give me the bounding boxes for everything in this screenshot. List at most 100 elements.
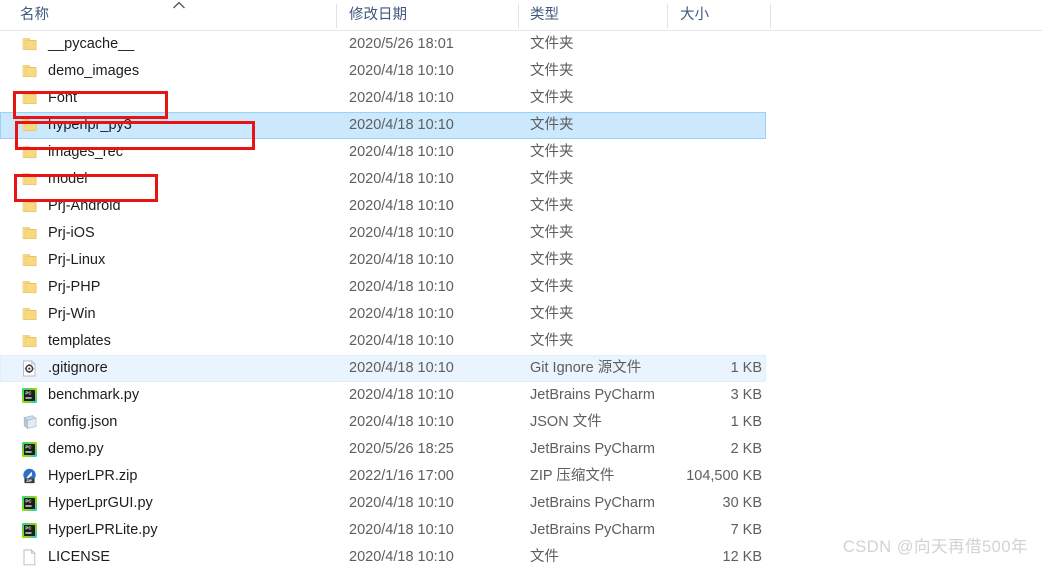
cell-name[interactable]: Font (20, 85, 320, 112)
cell-name[interactable]: PC demo.py (20, 436, 320, 463)
cell-size (640, 112, 762, 139)
column-header-size[interactable]: 大小 (680, 0, 765, 30)
column-header-name-label: 名称 (20, 7, 49, 23)
folder-icon (20, 116, 39, 135)
column-resize-handle-type[interactable] (667, 4, 668, 28)
cell-name[interactable]: Prj-Linux (20, 247, 320, 274)
table-row[interactable]: templates 2020/4/18 10:10 文件夹 (0, 328, 1042, 355)
file-name-label: Font (48, 90, 78, 106)
cell-size (640, 301, 762, 328)
folder-icon (20, 62, 39, 81)
table-row[interactable]: images_rec 2020/4/18 10:10 文件夹 (0, 139, 1042, 166)
json-icon (20, 413, 39, 432)
file-name-label: Prj-PHP (48, 279, 101, 295)
file-name-label: Prj-iOS (48, 225, 95, 241)
svg-text:ZIP: ZIP (26, 479, 32, 483)
cell-name[interactable]: Prj-Win (20, 301, 320, 328)
folder-icon (20, 89, 39, 108)
table-row[interactable]: Prj-Android 2020/4/18 10:10 文件夹 (0, 193, 1042, 220)
file-name-label: demo.py (48, 441, 104, 457)
file-name-label: demo_images (48, 63, 140, 79)
table-row[interactable]: Prj-iOS 2020/4/18 10:10 文件夹 (0, 220, 1042, 247)
table-row[interactable]: demo_images 2020/4/18 10:10 文件夹 (0, 58, 1042, 85)
gitignore-icon (20, 359, 39, 378)
table-row[interactable]: Prj-PHP 2020/4/18 10:10 文件夹 (0, 274, 1042, 301)
cell-name[interactable]: __pycache__ (20, 31, 320, 58)
cell-size (640, 247, 762, 274)
cell-name[interactable]: hyperlpr_py3 (20, 112, 320, 139)
file-name-label: __pycache__ (48, 36, 135, 52)
cell-name[interactable]: demo_images (20, 58, 320, 85)
cell-size (640, 328, 762, 355)
column-header-size-label: 大小 (680, 7, 709, 23)
cell-name[interactable]: Prj-Android (20, 193, 320, 220)
folder-icon (20, 143, 39, 162)
file-explorer-list-view: 名称 修改日期 类型 大小 __pycache__ 2020/5/26 18:01… (0, 0, 1042, 569)
folder-icon (20, 305, 39, 324)
table-row[interactable]: __pycache__ 2020/5/26 18:01 文件夹 (0, 31, 1042, 58)
cell-size (640, 193, 762, 220)
column-resize-handle-size[interactable] (770, 4, 771, 28)
folder-icon (20, 35, 39, 54)
svg-text:PC: PC (25, 499, 32, 504)
cell-name[interactable]: images_rec (20, 139, 320, 166)
file-name-label: Prj-Linux (48, 252, 106, 268)
folder-icon (20, 332, 39, 351)
folder-icon (20, 251, 39, 270)
column-header-row: 名称 修改日期 类型 大小 (0, 0, 1042, 31)
file-name-label: Prj-Win (48, 306, 96, 322)
cell-date-modified: 2020/4/18 10:10 (349, 522, 454, 538)
table-row[interactable]: PC benchmark.py 2020/4/18 10:10 JetBrains P… (0, 382, 1042, 409)
cell-name[interactable]: Prj-iOS (20, 220, 320, 247)
file-name-label: LICENSE (48, 549, 111, 565)
cell-date-modified: 2020/4/18 10:10 (349, 225, 454, 241)
cell-size: 7 KB (730, 522, 762, 538)
file-name-label: HyperLPR.zip (48, 468, 138, 484)
cell-size (640, 31, 762, 58)
cell-name[interactable]: model (20, 166, 320, 193)
svg-text:PC: PC (25, 391, 32, 396)
table-row[interactable]: .gitignore 2020/4/18 10:10 Git Ignore 源文件 1… (0, 355, 1042, 382)
file-name-label: hyperlpr_py3 (48, 117, 132, 133)
cell-date-modified: 2020/4/18 10:10 (349, 63, 454, 79)
table-row[interactable]: hyperlpr_py3 2020/4/18 10:10 文件夹 (0, 112, 1042, 139)
table-row[interactable]: ZIP HyperLPR.zip 2022/1/16 17:00 ZIP 压缩文件 10… (0, 463, 1042, 490)
column-resize-handle-date[interactable] (518, 4, 519, 28)
folder-icon (20, 224, 39, 243)
cell-name[interactable]: PC HyperLPRLite.py (20, 517, 320, 544)
cell-size (640, 166, 762, 193)
cell-name[interactable]: Prj-PHP (20, 274, 320, 301)
cell-name[interactable]: config.json (20, 409, 320, 436)
cell-date-modified: 2020/4/18 10:10 (349, 90, 454, 106)
cell-size: 1 KB (730, 414, 762, 430)
column-header-type-label: 类型 (530, 7, 559, 23)
cell-size (640, 58, 762, 85)
column-resize-handle-name[interactable] (336, 4, 337, 28)
table-row[interactable]: PC HyperLprGUI.py 2020/4/18 10:10 JetBrains… (0, 490, 1042, 517)
table-row[interactable]: Prj-Linux 2020/4/18 10:10 文件夹 (0, 247, 1042, 274)
file-icon (20, 548, 39, 567)
table-row[interactable]: Prj-Win 2020/4/18 10:10 文件夹 (0, 301, 1042, 328)
pycharm-icon: PC (20, 386, 39, 405)
cell-name[interactable]: PC HyperLprGUI.py (20, 490, 320, 517)
cell-date-modified: 2020/4/18 10:10 (349, 387, 454, 403)
cell-name[interactable]: ZIP HyperLPR.zip (20, 463, 320, 490)
table-row[interactable]: Font 2020/4/18 10:10 文件夹 (0, 85, 1042, 112)
file-name-label: config.json (48, 414, 118, 430)
column-header-type[interactable]: 类型 (530, 0, 660, 30)
table-row[interactable]: PC demo.py 2020/5/26 18:25 JetBrains PyChar… (0, 436, 1042, 463)
column-header-date-modified[interactable]: 修改日期 (349, 0, 509, 30)
file-name-label: benchmark.py (48, 387, 140, 403)
folder-icon (20, 278, 39, 297)
cell-date-modified: 2020/4/18 10:10 (349, 360, 454, 376)
cell-size (640, 220, 762, 247)
file-list: __pycache__ 2020/5/26 18:01 文件夹 demo_images… (0, 31, 1042, 571)
cell-name[interactable]: .gitignore (20, 355, 320, 382)
table-row[interactable]: model 2020/4/18 10:10 文件夹 (0, 166, 1042, 193)
cell-date-modified: 2022/1/16 17:00 (349, 468, 454, 484)
cell-name[interactable]: LICENSE (20, 544, 320, 571)
cell-name[interactable]: templates (20, 328, 320, 355)
table-row[interactable]: config.json 2020/4/18 10:10 JSON 文件 1 KB (0, 409, 1042, 436)
cell-name[interactable]: PC benchmark.py (20, 382, 320, 409)
svg-text:PC: PC (25, 445, 32, 450)
